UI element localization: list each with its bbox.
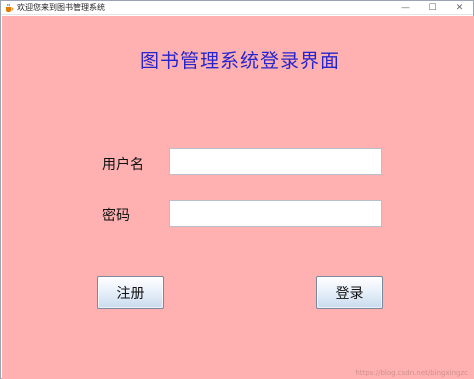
window-controls: — ☐ ✕ — [392, 1, 473, 15]
maximize-button[interactable]: ☐ — [419, 1, 446, 15]
title-bar[interactable]: 欢迎您来到图书管理系统 — ☐ ✕ — [1, 1, 473, 15]
watermark: https://blog.csdn.net/bingxingzc — [355, 369, 468, 377]
login-panel: 图书管理系统登录界面 用户名 密码 注册 登录 https://blog.csd… — [2, 16, 474, 379]
minimize-button[interactable]: — — [392, 1, 419, 15]
java-cup-icon — [4, 3, 14, 13]
register-button[interactable]: 注册 — [97, 276, 164, 309]
close-button[interactable]: ✕ — [446, 1, 473, 15]
username-label: 用户名 — [102, 157, 144, 173]
password-label: 密码 — [102, 208, 130, 224]
window-title: 欢迎您来到图书管理系统 — [17, 3, 105, 12]
login-button[interactable]: 登录 — [316, 276, 383, 309]
app-window: 欢迎您来到图书管理系统 — ☐ ✕ 图书管理系统登录界面 用户名 密码 注册 登… — [0, 0, 474, 379]
page-title: 图书管理系统登录界面 — [140, 50, 341, 72]
username-input[interactable] — [169, 148, 382, 175]
password-input[interactable] — [169, 200, 382, 227]
